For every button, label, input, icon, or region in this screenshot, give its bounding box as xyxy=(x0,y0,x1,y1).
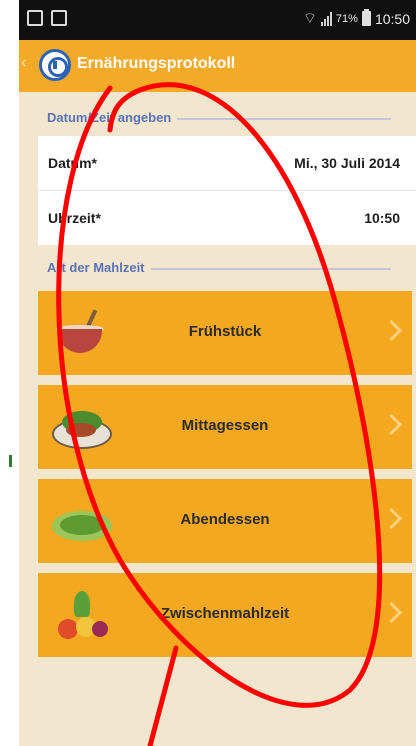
status-bar: ⌔ 71% 10:50 xyxy=(19,0,416,40)
phone-screen: ⌔ 71% 10:50 ‹ Ernährungsprotokoll Datum/… xyxy=(19,0,416,746)
date-value[interactable]: Mi., 30 Juli 2014 xyxy=(294,155,400,171)
chevron-right-icon xyxy=(382,413,402,437)
image-notification-icon xyxy=(51,10,67,26)
time-row[interactable]: Uhrzeit* 10:50 xyxy=(38,191,416,245)
time-label: Uhrzeit* xyxy=(48,210,101,226)
chevron-right-icon xyxy=(382,507,402,531)
meal-section-header: Art der Mahlzeit xyxy=(47,258,391,280)
status-indicators: ⌔ 71% 10:50 xyxy=(303,9,410,28)
meal-label: Abendessen xyxy=(180,511,270,528)
meal-label: Frühstück xyxy=(188,323,262,340)
chevron-right-icon xyxy=(382,319,402,343)
status-notifications xyxy=(27,10,67,26)
datetime-section-header: Datum/Zeit angeben xyxy=(47,108,391,130)
battery-icon xyxy=(361,9,371,26)
date-label: Datum* xyxy=(48,155,98,171)
date-row[interactable]: Datum* Mi., 30 Juli 2014 xyxy=(38,136,416,190)
battery-percent: 71% xyxy=(335,12,358,25)
datetime-section-label: Datum/Zeit angeben xyxy=(47,110,178,125)
time-value[interactable]: 10:50 xyxy=(364,210,400,226)
meal-label: Mittagessen xyxy=(181,417,269,434)
notification-icon xyxy=(27,10,43,26)
datetime-card: Datum* Mi., 30 Juli 2014 Uhrzeit* 10:50 xyxy=(38,136,416,245)
status-time: 10:50 xyxy=(374,10,410,27)
page-title: Ernährungsprotokoll xyxy=(77,55,236,72)
signal-icon xyxy=(320,11,332,26)
meal-button-breakfast[interactable]: Frühstück xyxy=(38,291,412,375)
back-chevron-icon[interactable]: ‹ xyxy=(21,54,26,72)
meal-section-label: Art der Mahlzeit xyxy=(47,260,151,275)
meal-label: Zwischenmahlzeit xyxy=(160,605,290,622)
edge-mark xyxy=(9,455,12,467)
meal-button-snack[interactable]: Zwischenmahlzeit xyxy=(38,573,412,657)
meal-button-dinner[interactable]: Abendessen xyxy=(38,479,412,563)
meal-button-lunch[interactable]: Mittagessen xyxy=(38,385,412,469)
app-logo-icon[interactable] xyxy=(39,49,71,81)
chevron-right-icon xyxy=(382,601,402,625)
wifi-icon: ⌔ xyxy=(302,10,317,27)
action-bar: ‹ Ernährungsprotokoll xyxy=(19,40,416,92)
